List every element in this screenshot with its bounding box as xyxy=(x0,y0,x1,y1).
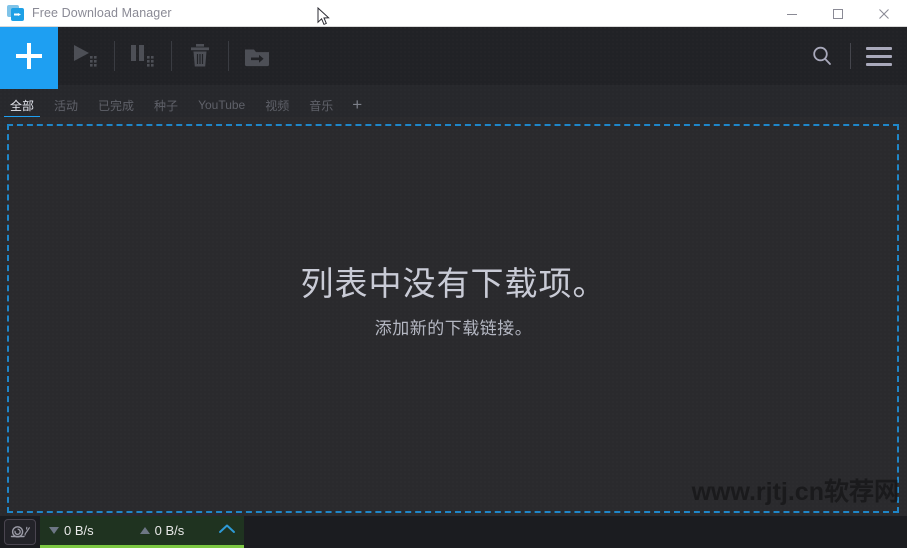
move-files-button[interactable] xyxy=(229,27,285,85)
upload-speed-value: 0 B/s xyxy=(154,523,185,538)
empty-state-subtitle: 添加新的下载链接。 xyxy=(374,318,533,338)
search-icon xyxy=(813,46,831,65)
tab-label: 音乐 xyxy=(309,98,334,113)
app-logo-icon xyxy=(7,4,25,22)
chevron-up-icon xyxy=(219,524,235,533)
tab-label: 全部 xyxy=(10,98,35,113)
download-list-area[interactable]: 列表中没有下载项。 添加新的下载链接。 www.rjtj.cn软荐网 xyxy=(0,117,907,516)
status-bar: 0 B/s 0 B/s xyxy=(0,516,907,548)
tab-label: 活动 xyxy=(54,98,79,113)
speed-limit-button[interactable] xyxy=(4,519,36,545)
pause-all-icon xyxy=(131,45,154,67)
add-tab-label: + xyxy=(352,95,363,114)
upload-speed-item: 0 B/s xyxy=(139,523,185,538)
hamburger-menu-icon xyxy=(866,46,892,66)
download-speed-value: 0 B/s xyxy=(64,523,94,538)
close-button[interactable] xyxy=(861,0,907,27)
main-toolbar xyxy=(0,27,907,85)
download-arrow-icon xyxy=(49,527,59,534)
title-bar[interactable]: Free Download Manager xyxy=(0,0,907,27)
pause-all-button[interactable] xyxy=(115,27,171,85)
trash-icon xyxy=(191,44,209,67)
speed-panel[interactable]: 0 B/s 0 B/s xyxy=(40,516,244,548)
empty-state: 列表中没有下载项。 添加新的下载链接。 xyxy=(0,117,907,516)
fdm-window: Free Download Manager 全部 活动 已完成 种子 YouTu… xyxy=(0,0,907,548)
minimize-button[interactable] xyxy=(769,0,815,27)
play-all-icon xyxy=(74,45,97,67)
tab-label: YouTube xyxy=(198,98,246,112)
search-button[interactable] xyxy=(794,27,850,85)
window-controls xyxy=(769,0,907,27)
move-to-folder-icon xyxy=(245,49,269,67)
plus-icon xyxy=(16,43,42,69)
main-menu-button[interactable] xyxy=(851,27,907,85)
window-title: Free Download Manager xyxy=(32,6,172,20)
watermark-text: www.rjtj.cn软荐网 xyxy=(691,478,899,506)
add-download-button[interactable] xyxy=(0,27,58,85)
delete-button[interactable] xyxy=(172,27,228,85)
start-all-button[interactable] xyxy=(58,27,114,85)
expand-panel-button[interactable] xyxy=(218,522,236,540)
maximize-button[interactable] xyxy=(815,0,861,27)
upload-arrow-icon xyxy=(139,527,150,534)
download-speed-item: 0 B/s xyxy=(49,523,94,538)
category-tab-bar: 全部 活动 已完成 种子 YouTube 视频 音乐 + xyxy=(0,85,907,118)
tab-label: 种子 xyxy=(154,98,179,113)
tab-label: 视频 xyxy=(265,98,290,113)
empty-state-title: 列表中没有下载项。 xyxy=(300,265,607,303)
tab-label: 已完成 xyxy=(98,98,135,113)
snail-icon xyxy=(10,526,30,538)
